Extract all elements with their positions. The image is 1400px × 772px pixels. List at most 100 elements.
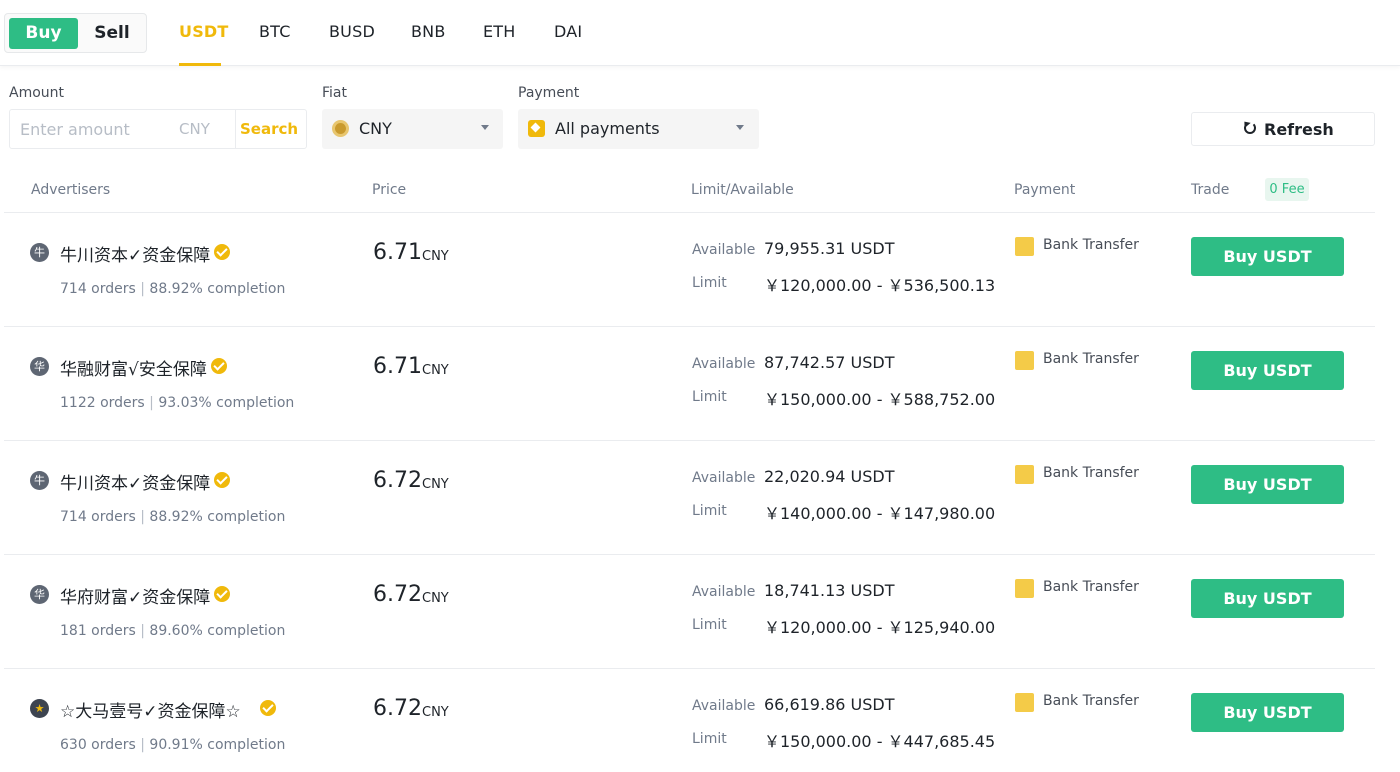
- verified-icon: [214, 472, 230, 488]
- order-stats: 714 orders | 88.92% completion: [60, 509, 286, 525]
- available-value: 66,619.86 USDT: [764, 695, 895, 714]
- sell-mode-button[interactable]: Sell: [81, 18, 143, 49]
- table-row: 牛 牛川资本✓资金保障 714 orders | 88.92% completi…: [4, 441, 1375, 555]
- price-unit: CNY: [422, 705, 449, 720]
- buy-usdt-button[interactable]: Buy USDT: [1191, 579, 1344, 618]
- completion-rate: 90.91% completion: [149, 737, 286, 753]
- fiat-label: Fiat: [322, 85, 347, 101]
- tab-btc[interactable]: BTC: [259, 22, 291, 41]
- buy-usdt-button[interactable]: Buy USDT: [1191, 465, 1344, 504]
- payment-value: All payments: [555, 119, 660, 138]
- available-label: Available: [692, 698, 756, 714]
- tab-usdt[interactable]: USDT: [179, 22, 229, 41]
- payment-method-icon: [528, 120, 545, 137]
- payment-filter-label: Payment: [518, 85, 580, 101]
- amount-field: CNY Search: [9, 109, 307, 149]
- order-count: 714 orders: [60, 281, 136, 297]
- search-button[interactable]: Search: [240, 120, 298, 138]
- chevron-down-icon: [481, 125, 489, 130]
- bank-icon: [1015, 465, 1034, 484]
- column-header-payment: Payment: [1014, 182, 1076, 198]
- price-value: 6.72: [373, 468, 422, 493]
- zero-fee-badge: 0 Fee: [1265, 178, 1309, 201]
- buy-usdt-button[interactable]: Buy USDT: [1191, 693, 1344, 732]
- verified-icon: [214, 244, 230, 260]
- buy-mode-button[interactable]: Buy: [9, 18, 78, 49]
- available-value: 18,741.13 USDT: [764, 581, 895, 600]
- price-unit: CNY: [422, 249, 449, 264]
- fiat-select[interactable]: CNY: [322, 109, 503, 149]
- table-row: 牛 牛川资本✓资金保障 714 orders | 88.92% completi…: [4, 213, 1375, 327]
- column-header-advertisers: Advertisers: [31, 182, 111, 198]
- advertiser-name[interactable]: 华融财富√安全保障: [60, 355, 207, 380]
- limit-value: ￥140,000.00 - ￥147,980.00: [764, 504, 996, 523]
- limit-label: Limit: [692, 617, 727, 633]
- limit-label: Limit: [692, 503, 727, 519]
- price-unit: CNY: [422, 477, 449, 492]
- available-value: 79,955.31 USDT: [764, 239, 895, 258]
- advertiser-name[interactable]: 华府财富✓资金保障: [60, 583, 210, 608]
- bank-icon: [1015, 237, 1034, 256]
- order-stats: 630 orders | 90.91% completion: [60, 737, 286, 753]
- column-header-trade: Trade: [1191, 182, 1230, 198]
- bank-icon: [1015, 351, 1034, 370]
- available-label: Available: [692, 584, 756, 600]
- payment-method: Bank Transfer: [1043, 237, 1139, 253]
- available-value: 87,742.57 USDT: [764, 353, 895, 372]
- tab-eth[interactable]: ETH: [483, 22, 516, 41]
- limit-value: ￥120,000.00 - ￥125,940.00: [764, 618, 996, 637]
- limit-value: ￥120,000.00 - ￥536,500.13: [764, 276, 996, 295]
- limit-label: Limit: [692, 389, 727, 405]
- order-count: 714 orders: [60, 509, 136, 525]
- available-value: 22,020.94 USDT: [764, 467, 895, 486]
- limit-value: ￥150,000.00 - ￥447,685.45: [764, 732, 996, 751]
- limit-value: ￥150,000.00 - ￥588,752.00: [764, 390, 996, 409]
- price-value: 6.72: [373, 696, 422, 721]
- column-header-price: Price: [372, 182, 407, 198]
- divider: [235, 110, 236, 148]
- refresh-button[interactable]: Refresh: [1191, 112, 1375, 146]
- completion-rate: 88.92% completion: [149, 509, 286, 525]
- tab-bnb[interactable]: BNB: [411, 22, 446, 41]
- available-label: Available: [692, 356, 756, 372]
- price-unit: CNY: [422, 591, 449, 606]
- bank-icon: [1015, 579, 1034, 598]
- buy-usdt-button[interactable]: Buy USDT: [1191, 351, 1344, 390]
- amount-label: Amount: [9, 85, 65, 101]
- available-label: Available: [692, 242, 756, 258]
- price-value: 6.71: [373, 354, 422, 379]
- cny-coin-icon: [332, 120, 349, 137]
- payment-select[interactable]: All payments: [518, 109, 759, 149]
- top-bar: Buy Sell USDT BTC BUSD BNB ETH DAI: [0, 0, 1400, 66]
- avatar: 牛: [30, 471, 49, 490]
- verified-icon: [211, 358, 227, 374]
- advertiser-name[interactable]: 牛川资本✓资金保障: [60, 241, 210, 266]
- bank-icon: [1015, 693, 1034, 712]
- price-unit: CNY: [422, 363, 449, 378]
- advertiser-name[interactable]: 牛川资本✓资金保障: [60, 469, 210, 494]
- order-count: 1122 orders: [60, 395, 145, 411]
- completion-rate: 89.60% completion: [149, 623, 286, 639]
- payment-method: Bank Transfer: [1043, 351, 1139, 367]
- avatar: 牛: [30, 243, 49, 262]
- tab-busd[interactable]: BUSD: [329, 22, 375, 41]
- avatar: 华: [30, 357, 49, 376]
- payment-method: Bank Transfer: [1043, 579, 1139, 595]
- order-count: 630 orders: [60, 737, 136, 753]
- chevron-down-icon: [736, 125, 744, 130]
- completion-rate: 88.92% completion: [149, 281, 286, 297]
- table-row: 华 华融财富√安全保障 1122 orders | 93.03% complet…: [4, 327, 1375, 441]
- payment-method: Bank Transfer: [1043, 465, 1139, 481]
- column-header-limit-available: Limit/Available: [691, 182, 794, 198]
- price-value: 6.72: [373, 582, 422, 607]
- amount-input[interactable]: [10, 110, 178, 148]
- table-row: ★ ☆大马壹号✓资金保障☆ 630 orders | 90.91% comple…: [4, 669, 1375, 772]
- verified-icon: [214, 586, 230, 602]
- table-row: 华 华府财富✓资金保障 181 orders | 89.60% completi…: [4, 555, 1375, 669]
- payment-method: Bank Transfer: [1043, 693, 1139, 709]
- buy-usdt-button[interactable]: Buy USDT: [1191, 237, 1344, 276]
- tab-dai[interactable]: DAI: [554, 22, 582, 41]
- buy-sell-toggle: Buy Sell: [4, 13, 147, 53]
- advertiser-name[interactable]: ☆大马壹号✓资金保障☆: [60, 697, 241, 722]
- verified-icon: [260, 700, 276, 716]
